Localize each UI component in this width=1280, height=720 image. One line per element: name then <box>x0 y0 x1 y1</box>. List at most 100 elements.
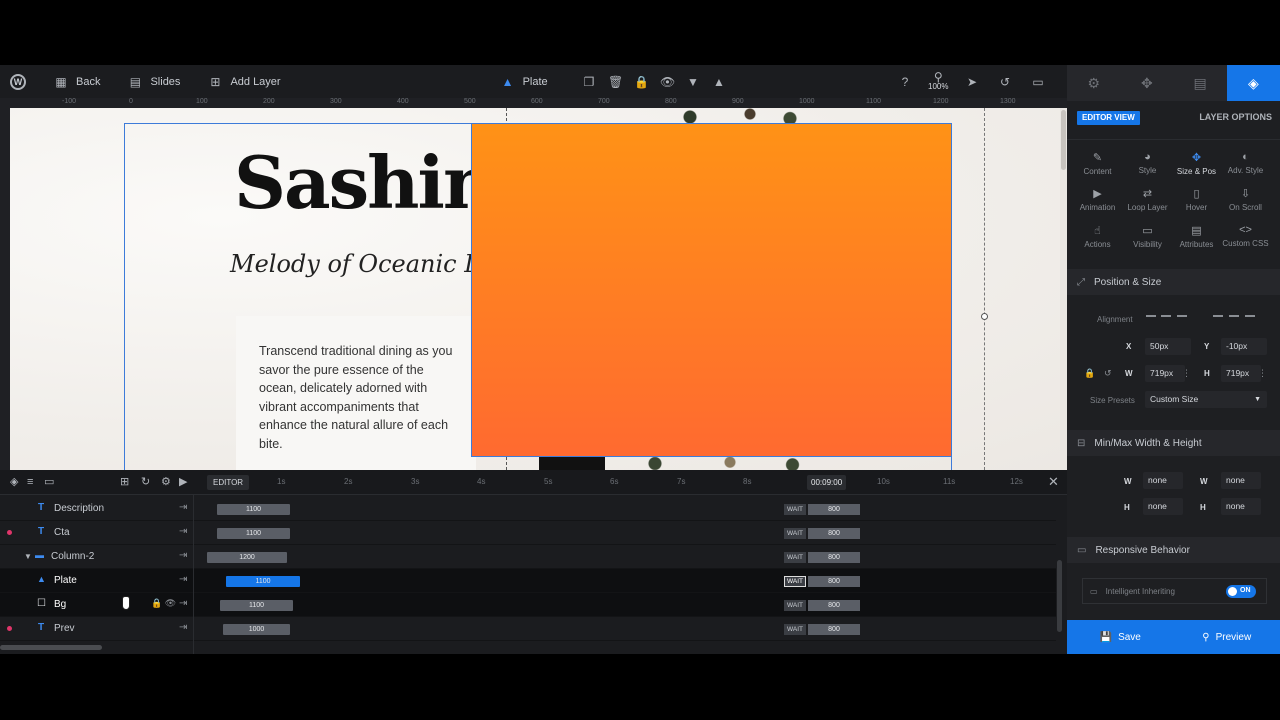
slide-subtitle[interactable]: Melody of Oceanic D <box>230 250 484 278</box>
wait-marker[interactable]: WAIT <box>784 528 806 539</box>
max-height-field[interactable]: none <box>1221 498 1261 515</box>
visibility-option[interactable]: ▭ Visibility <box>1121 224 1174 249</box>
out-bar[interactable]: 800 <box>808 600 860 611</box>
layer-row-cta[interactable]: T Cta ⇥ 1100 WAIT 800 <box>0 521 1056 545</box>
in-bar[interactable]: 1100 <box>217 528 290 539</box>
in-bar[interactable]: 1100 <box>217 504 290 515</box>
zoom-control[interactable]: ⚲ 100% <box>928 70 948 91</box>
out-bar[interactable]: 800 <box>808 552 860 563</box>
canvas-scrollbar[interactable] <box>1060 108 1067 470</box>
align-center-icon[interactable] <box>1161 315 1171 323</box>
save-button[interactable]: 💾 Save <box>1067 620 1174 654</box>
pointer-icon[interactable]: ➤ <box>965 75 979 89</box>
content-option[interactable]: ✎ Content <box>1071 151 1124 176</box>
help-icon[interactable]: ? <box>898 75 912 89</box>
out-bar[interactable]: 800 <box>808 624 860 635</box>
loop-layer-option[interactable]: ⇄ Loop Layer <box>1121 187 1174 212</box>
collapse-icon[interactable]: ▼ <box>24 552 32 561</box>
chevron-down-icon[interactable]: ▼ <box>686 75 700 89</box>
slide-title[interactable]: Sashin <box>234 140 495 225</box>
wait-marker[interactable]: WAIT <box>784 576 806 587</box>
navigation-tab[interactable]: ✥ <box>1120 65 1174 101</box>
desktop-icon[interactable]: ▭ <box>1031 75 1045 89</box>
arrow-right-icon[interactable]: ⇥ <box>179 526 187 537</box>
more-icon[interactable]: ⋮ <box>1258 368 1267 379</box>
arrow-right-icon[interactable]: ⇥ <box>179 622 187 633</box>
reset-icon[interactable]: ↺ <box>1104 368 1112 379</box>
width-field[interactable]: 719px <box>1145 365 1185 382</box>
arrow-right-icon[interactable]: ⇥ <box>179 574 187 585</box>
editor-tab[interactable]: EDITOR <box>207 475 250 490</box>
scrollbar-thumb[interactable] <box>1061 110 1066 170</box>
more-icon[interactable]: ⋮ <box>1182 368 1191 379</box>
slide-canvas[interactable]: Sashin Melody of Oceanic D Transcend tra… <box>10 108 1067 470</box>
attributes-option[interactable]: ▤ Attributes <box>1170 224 1223 249</box>
hover-option[interactable]: ▯ Hover <box>1170 187 1223 212</box>
resize-handle[interactable] <box>981 313 988 320</box>
out-bar[interactable]: 800 <box>808 504 860 515</box>
duplicate-icon[interactable]: ❐ <box>582 75 596 89</box>
wait-marker[interactable]: WAIT <box>784 552 806 563</box>
layer-row-bg[interactable]: ☐ Bg 🔒 👁 ⇥ 1100 WAIT 800 <box>0 593 1056 617</box>
wait-marker[interactable]: WAIT <box>784 504 806 515</box>
undo-icon[interactable]: ↺ <box>998 75 1012 89</box>
align-top-icon[interactable] <box>1213 315 1223 323</box>
gear-icon[interactable]: ⚙ <box>161 476 171 488</box>
layer-row-prev[interactable]: T Prev ⇥ 1000 WAIT 800 <box>0 617 1056 641</box>
min-width-field[interactable]: none <box>1143 472 1183 489</box>
height-field[interactable]: 719px <box>1221 365 1261 382</box>
back-button[interactable]: ▦ Back <box>44 65 110 98</box>
current-layer-selector[interactable]: ▲ Plate <box>491 65 558 98</box>
align-right-icon[interactable] <box>1177 315 1187 323</box>
on-scroll-option[interactable]: ⇩ On Scroll <box>1219 187 1272 212</box>
layers-tab[interactable]: ◈ <box>1226 65 1280 101</box>
fit-icon[interactable]: ⊞ <box>120 476 129 488</box>
in-bar[interactable]: 1100 <box>226 576 300 587</box>
adv-style-option[interactable]: ◐ Adv. Style <box>1219 151 1272 175</box>
size-pos-option[interactable]: ✥ Size & Pos <box>1170 151 1223 176</box>
in-bar[interactable]: 1100 <box>220 600 293 611</box>
style-option[interactable]: ◕ Style <box>1121 151 1174 175</box>
eye-icon[interactable]: 👁 <box>660 75 675 89</box>
preview-button[interactable]: ⚲ Preview <box>1174 620 1280 654</box>
animation-option[interactable]: ▶ Animation <box>1071 187 1124 212</box>
arrow-right-icon[interactable]: ⇥ <box>179 598 187 609</box>
lock-icon[interactable]: 🔒 <box>634 75 649 89</box>
layer-row-description[interactable]: T Description ⇥ 1100 WAIT 800 <box>0 497 1056 521</box>
chevron-up-icon[interactable]: ▲ <box>712 75 726 89</box>
timeline-scrollbar[interactable] <box>1057 560 1062 632</box>
align-bottom-icon[interactable] <box>1245 315 1255 323</box>
settings-tab[interactable]: ⚙ <box>1067 65 1121 101</box>
out-bar[interactable]: 800 <box>808 528 860 539</box>
max-width-field[interactable]: none <box>1221 472 1261 489</box>
responsive-section[interactable]: ▭ Responsive Behavior <box>1067 537 1280 563</box>
repeat-icon[interactable]: ↻ <box>141 476 150 488</box>
time-indicator[interactable]: 00:09:00 <box>807 475 847 490</box>
editor-view-badge[interactable]: EDITOR VIEW <box>1077 111 1140 125</box>
in-bar[interactable]: 1200 <box>207 552 287 563</box>
timeline-horizontal-scrollbar[interactable] <box>0 645 102 650</box>
align-middle-icon[interactable] <box>1229 315 1239 323</box>
play-icon[interactable]: ▶ <box>179 476 187 488</box>
align-left-icon[interactable] <box>1146 315 1156 323</box>
plate-layer[interactable] <box>471 123 952 457</box>
lock-icon[interactable]: 🔒 <box>1084 368 1095 379</box>
wait-marker[interactable]: WAIT <box>784 600 806 611</box>
menu-icon[interactable]: ≡ <box>27 476 33 488</box>
min-height-field[interactable]: none <box>1143 498 1183 515</box>
in-bar[interactable]: 1000 <box>223 624 290 635</box>
out-bar[interactable]: 800 <box>808 576 860 587</box>
x-position-field[interactable]: 50px <box>1145 338 1191 355</box>
delete-icon[interactable]: 🗑 <box>608 75 623 89</box>
wordpress-button[interactable]: W <box>0 65 36 98</box>
layer-row-plate[interactable]: ▲ Plate ⇥ 1100 WAIT 800 <box>0 569 1056 593</box>
slide-description[interactable]: Transcend traditional dining as you savo… <box>259 342 455 454</box>
intelligent-inheriting-toggle[interactable]: ON <box>1226 585 1256 598</box>
lock-icon[interactable]: 🔒 👁 <box>151 598 176 609</box>
custom-css-option[interactable]: <> Custom CSS <box>1219 224 1272 248</box>
actions-option[interactable]: ☝ Actions <box>1071 224 1124 249</box>
wait-marker[interactable]: WAIT <box>784 624 806 635</box>
minmax-section[interactable]: ⊟ Min/Max Width & Height <box>1067 430 1280 456</box>
close-icon[interactable]: ✕ <box>1048 474 1059 490</box>
position-size-section[interactable]: ⤢ Position & Size <box>1067 269 1280 295</box>
